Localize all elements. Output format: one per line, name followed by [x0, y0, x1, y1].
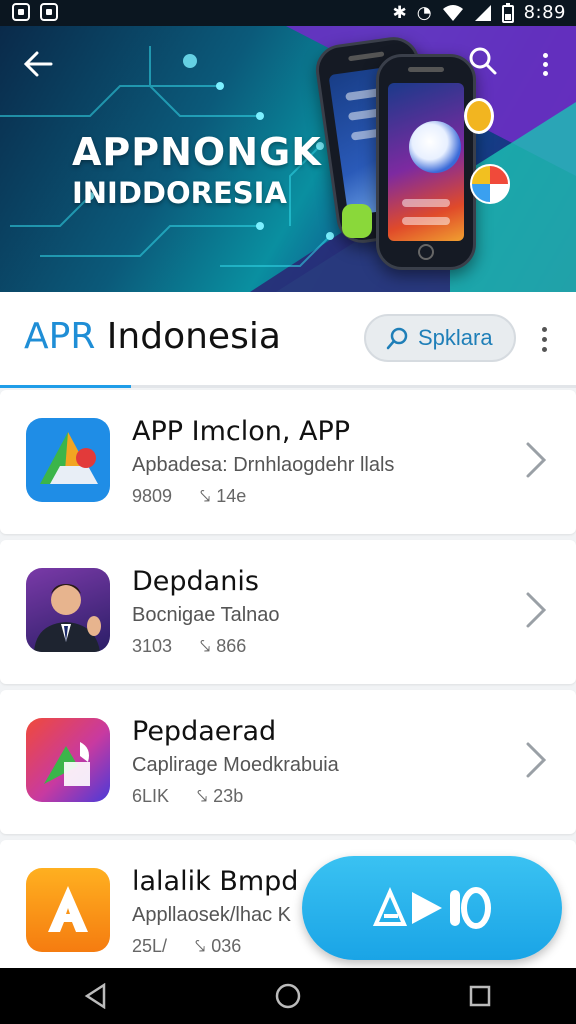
app-rating: 9809 — [132, 486, 173, 506]
search-button[interactable] — [468, 46, 504, 82]
more-options-button[interactable] — [530, 46, 560, 82]
bluetooth-icon: ✱ — [392, 2, 407, 23]
download-icon: ⤥ — [195, 936, 206, 956]
title-rest: Indonesia — [95, 316, 281, 357]
download-icon: ⤥ — [200, 636, 211, 656]
header-more-button[interactable] — [534, 322, 554, 356]
system-nav-bar — [0, 968, 576, 1024]
person-avatar-icon — [26, 568, 110, 652]
chevron-right-icon — [526, 442, 547, 478]
list-item[interactable]: Pepdaerad Caplirage Moedkrabuia 6LIK ⤥ 23… — [0, 690, 576, 834]
chevron-right-icon — [526, 742, 547, 778]
hero-banner: APPNONGK INIDDORESIA — [0, 26, 576, 292]
app-name: Depdanis — [132, 566, 259, 597]
app-downloads: 866 — [216, 636, 247, 656]
download-icon: ⤥ — [200, 486, 211, 506]
app-downloads: 23b — [213, 786, 244, 806]
list-item[interactable]: Depdanis Bocnigae Talnao 3103 ⤥ 866 — [0, 540, 576, 684]
app-name: lalalik Bmpd — [132, 866, 299, 897]
app-meta: 25L/ ⤥ 036 — [132, 936, 241, 957]
banner-subtitle: INIDDORESIA — [72, 176, 287, 210]
status-bar: ✱ ◔ 8:89 — [0, 0, 576, 26]
nav-recents-button[interactable] — [450, 974, 510, 1018]
section-header: APR Indonesia Spklara — [0, 292, 576, 388]
back-button[interactable] — [18, 46, 58, 82]
back-nav-icon — [84, 983, 106, 1009]
page-title: APR Indonesia — [24, 316, 281, 357]
app-rating: 3103 — [132, 636, 173, 656]
app-meta: 6LIK ⤥ 23b — [132, 786, 243, 807]
search-pill-button[interactable]: Spklara — [364, 314, 516, 362]
letter-a-icon — [26, 868, 110, 952]
sticker-icon — [464, 98, 494, 134]
triangle-logo-icon — [26, 418, 110, 502]
chat-bubble-icon — [342, 204, 372, 238]
app-description: Bocnigae Talnao — [132, 604, 280, 626]
emoji-icon — [470, 164, 510, 204]
search-icon — [386, 327, 408, 350]
banner-title: APPNONGK — [72, 130, 322, 174]
nav-home-button[interactable] — [258, 974, 318, 1018]
download-icon: ⤥ — [197, 786, 208, 806]
app-meta: 9809 ⤥ 14e — [132, 486, 246, 507]
fab-button[interactable] — [302, 856, 562, 960]
recents-nav-icon — [469, 985, 491, 1007]
battery-icon — [501, 2, 514, 23]
chevron-right-icon — [526, 592, 547, 628]
list-item[interactable]: APP Imclon, APP Apbadesa: Drnhlaogdehr l… — [0, 390, 576, 534]
app-name: APP Imclon, APP — [132, 416, 351, 447]
app-rating: 25L/ — [132, 936, 168, 956]
image-icon — [40, 3, 58, 21]
signal-icon — [474, 4, 491, 21]
app-meta: 3103 ⤥ 866 — [132, 636, 246, 657]
home-nav-icon — [275, 983, 301, 1009]
more-vert-icon — [542, 52, 548, 58]
alarm-icon: ◔ — [416, 2, 432, 23]
wifi-icon — [442, 4, 463, 21]
app-description: Caplirage Moedkrabuia — [132, 754, 339, 776]
phone-image-front — [376, 54, 476, 270]
nav-back-button[interactable] — [66, 974, 126, 1018]
notification-icon — [12, 3, 30, 21]
app-description: Appllaosek/lhac K — [132, 904, 291, 926]
app-name: Pepdaerad — [132, 716, 277, 747]
app-screen: ✱ ◔ 8:89 APPNONGK INIDDORESIA APR Indone… — [0, 0, 576, 1024]
app-rating: 6LIK — [132, 786, 170, 806]
app-description: Apbadesa: Drnhlaogdehr llals — [132, 454, 395, 476]
back-arrow-icon — [23, 51, 53, 77]
more-vert-icon — [541, 326, 547, 332]
search-icon — [469, 47, 497, 75]
app-downloads: 036 — [211, 936, 242, 956]
status-time: 8:89 — [523, 2, 566, 23]
shape-logo-icon — [26, 718, 110, 802]
tab-indicator — [0, 385, 131, 388]
play-logo-icon — [372, 887, 491, 929]
title-accent: APR — [24, 316, 96, 357]
search-pill-label: Spklara — [418, 325, 493, 350]
app-downloads: 14e — [216, 486, 247, 506]
